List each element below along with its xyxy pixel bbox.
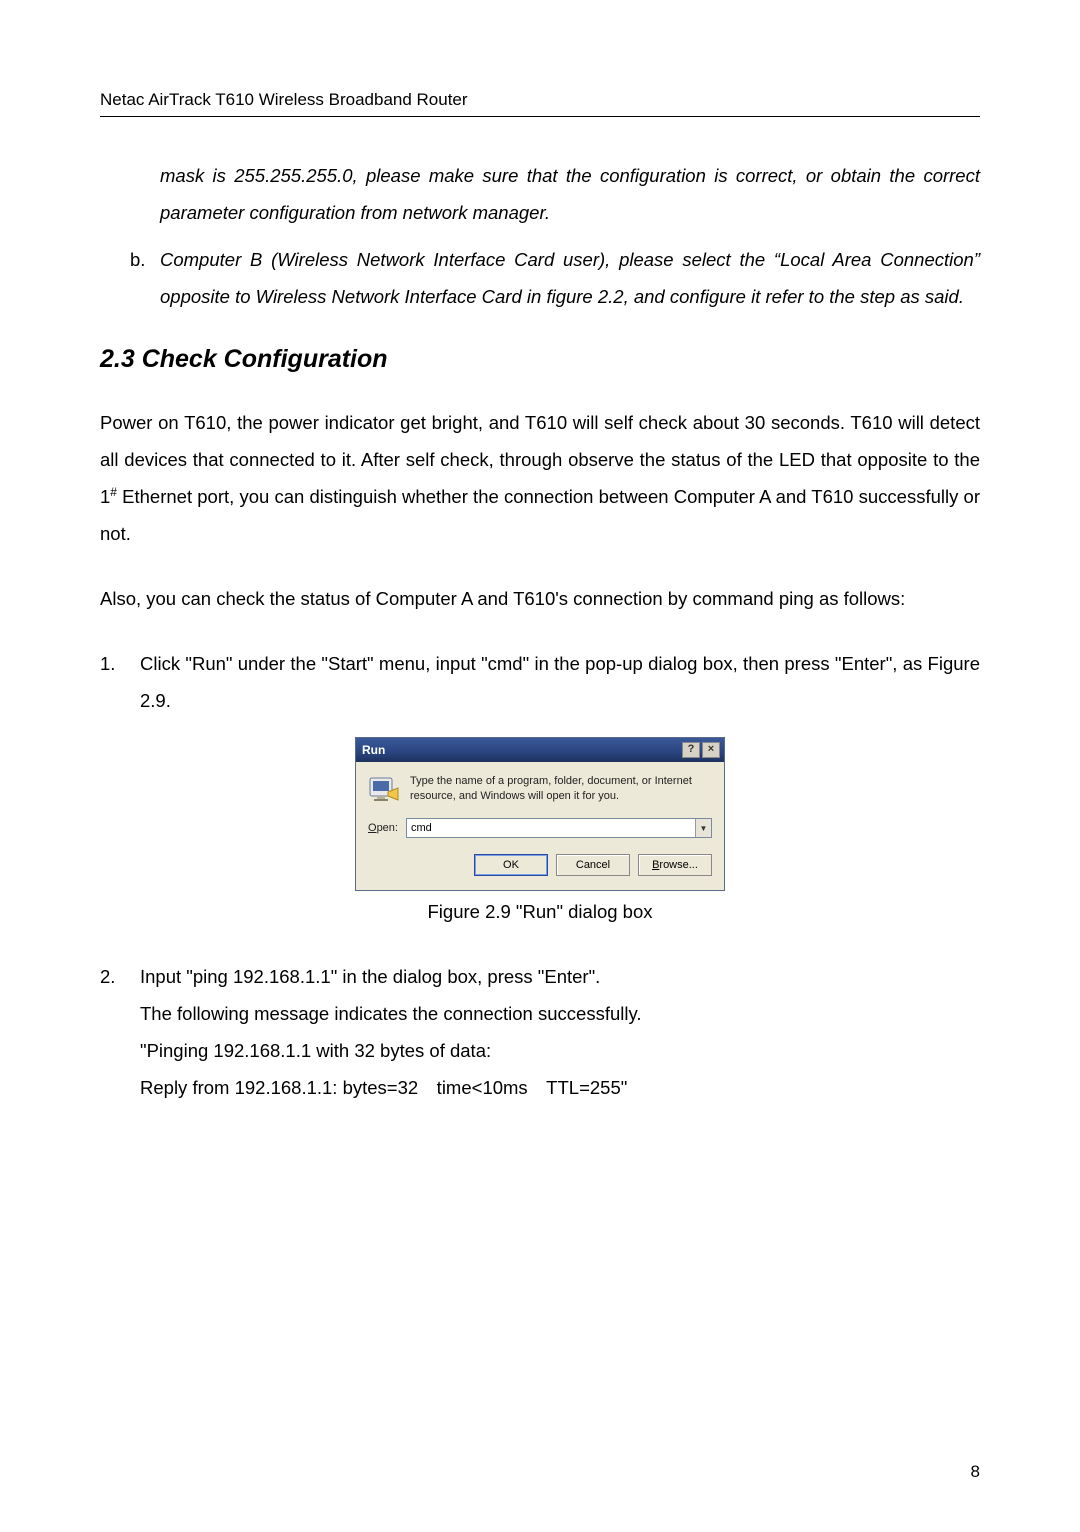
close-button[interactable]: × xyxy=(702,742,720,758)
run-dialog-title: Run xyxy=(362,743,385,757)
body-paragraph-2: Also, you can check the status of Comput… xyxy=(100,580,980,617)
open-label: Open: xyxy=(368,822,398,834)
browse-button[interactable]: Browse... xyxy=(638,854,712,876)
page-number: 8 xyxy=(971,1462,980,1482)
list-2-marker: 2. xyxy=(100,958,140,1106)
body-p1-b: Ethernet port, you can distinguish wheth… xyxy=(100,486,980,544)
ok-button[interactable]: OK xyxy=(474,854,548,876)
list-1-text: Click "Run" under the "Start" menu, inpu… xyxy=(140,645,980,719)
list-2-content: Input "ping 192.168.1.1" in the dialog b… xyxy=(140,958,980,1106)
page-header: Netac AirTrack T610 Wireless Broadband R… xyxy=(100,90,980,117)
list-2-line1: Input "ping 192.168.1.1" in the dialog b… xyxy=(140,958,980,995)
figure-run-dialog: Run ? × xyxy=(100,737,980,891)
list-1-marker: 1. xyxy=(100,645,140,719)
chevron-down-icon[interactable]: ▼ xyxy=(695,819,711,837)
body-paragraph-1: Power on T610, the power indicator get b… xyxy=(100,404,980,552)
list-2-line4: Reply from 192.168.1.1: bytes=32 time<10… xyxy=(140,1069,980,1106)
body-p1-sup: # xyxy=(110,485,117,499)
run-description: Type the name of a program, folder, docu… xyxy=(410,774,712,804)
run-dialog-window: Run ? × xyxy=(355,737,725,891)
open-input[interactable]: cmd xyxy=(407,819,695,837)
list-item-b-text: Computer B (Wireless Network Interface C… xyxy=(160,241,980,315)
cancel-button[interactable]: Cancel xyxy=(556,854,630,876)
open-combobox[interactable]: cmd ▼ xyxy=(406,818,712,838)
list-item-b-marker: b. xyxy=(130,241,160,315)
list-2-line2: The following message indicates the conn… xyxy=(140,995,980,1032)
run-icon xyxy=(368,774,400,806)
section-heading: 2.3 Check Configuration xyxy=(100,345,980,374)
figure-caption: Figure 2.9 "Run" dialog box xyxy=(100,901,980,923)
run-dialog-titlebar: Run ? × xyxy=(356,738,724,762)
help-button[interactable]: ? xyxy=(682,742,700,758)
continued-paragraph: mask is 255.255.255.0, please make sure … xyxy=(160,157,980,231)
list-2-line3: "Pinging 192.168.1.1 with 32 bytes of da… xyxy=(140,1032,980,1069)
